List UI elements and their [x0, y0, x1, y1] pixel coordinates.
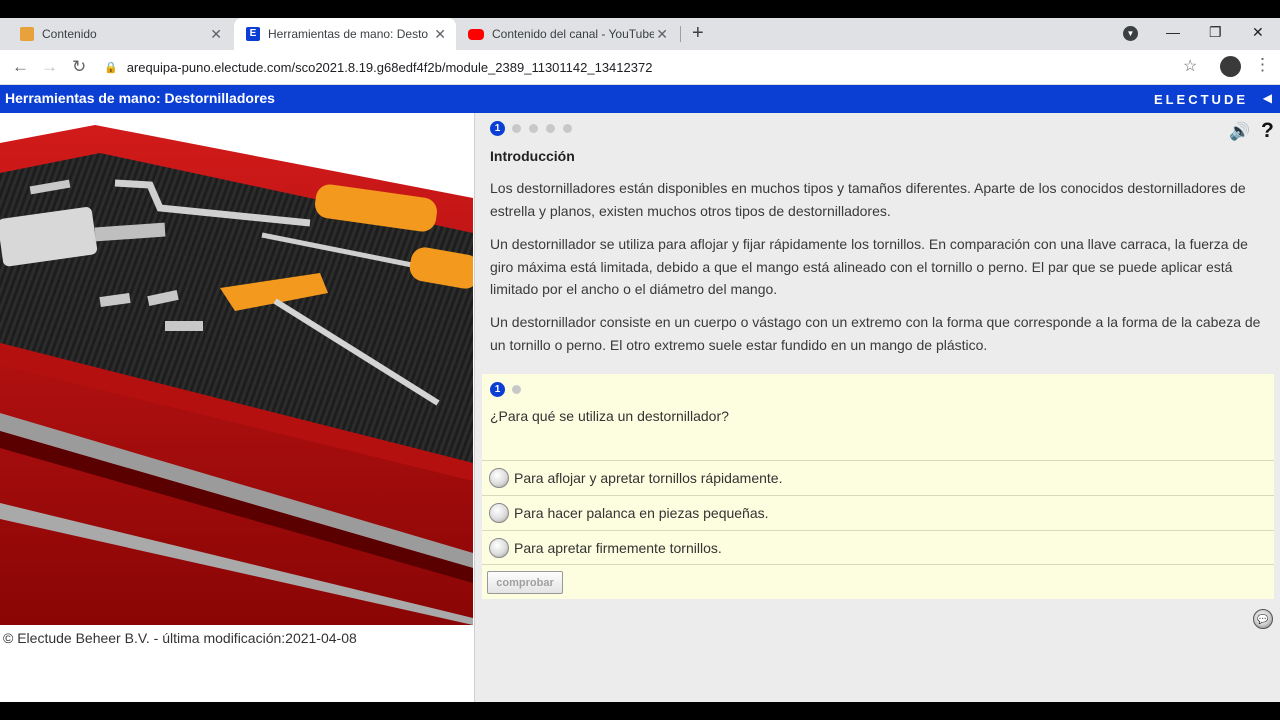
question-footer — [482, 564, 1274, 599]
answer-option[interactable]: Para aflojar y apretar tornillos rápidam… — [482, 460, 1274, 495]
copyright-text: © Electude Beheer B.V. - última modifica… — [3, 630, 357, 646]
question-dot[interactable] — [512, 385, 521, 394]
answer-option[interactable]: Para hacer palanca en piezas pequeñas. — [482, 495, 1274, 530]
question-indicator: 1 — [490, 382, 525, 397]
address-bar[interactable]: 🔒 arequipa-puno.electude.com/sco2021.8.1… — [104, 54, 1214, 81]
restore-icon[interactable]: ❐ — [1209, 24, 1222, 41]
help-icon[interactable]: ? — [1261, 119, 1274, 143]
paragraph: Los destornilladores están disponibles e… — [490, 180, 1246, 219]
page-dot[interactable] — [546, 124, 555, 133]
close-window-icon[interactable]: ✕ — [1252, 24, 1264, 41]
bookmark-star-icon[interactable]: ☆ — [1183, 56, 1197, 76]
browser-toolbar: ← → ↻ 🔒 arequipa-puno.electude.com/sco20… — [0, 50, 1280, 85]
page-dot-active[interactable]: 1 — [490, 121, 505, 136]
menu-dots-icon[interactable]: ⋮ — [1254, 55, 1271, 75]
youtube-icon — [468, 28, 484, 40]
answer-label: Para hacer palanca en piezas pequeñas. — [514, 505, 769, 521]
section-title: Introducción — [490, 148, 575, 164]
page-dot[interactable] — [512, 124, 521, 133]
back-icon[interactable]: ← — [12, 57, 29, 77]
lesson-page-indicator: 1 — [490, 121, 576, 136]
app-header: Herramientas de mano: Destornilladores E… — [0, 85, 1280, 113]
tab-title: Herramientas de mano: Destornil — [268, 27, 428, 41]
page-dot[interactable] — [529, 124, 538, 133]
page-dot[interactable] — [563, 124, 572, 133]
tab-youtube[interactable]: Contenido del canal - YouTube S ✕ — [456, 18, 678, 50]
tab-contenido[interactable]: Contenido ✕ — [8, 18, 232, 50]
new-tab-icon[interactable]: + — [692, 22, 704, 45]
close-icon[interactable]: ✕ — [434, 26, 446, 43]
lesson-pane: 1 🔊 ? Introducción Los destornilladores … — [474, 113, 1280, 702]
answer-label: Para apretar firmemente tornillos. — [514, 540, 722, 556]
radio-button[interactable] — [489, 468, 509, 488]
chat-icon[interactable]: 💬 — [1253, 609, 1273, 629]
collapse-arrow-icon[interactable]: ◀ — [1263, 91, 1272, 105]
url-text: arequipa-puno.electude.com/sco2021.8.19.… — [126, 60, 653, 75]
screen: Contenido ✕ E Herramientas de mano: Dest… — [0, 0, 1280, 720]
tab-title: Contenido del canal - YouTube S — [492, 27, 654, 41]
electude-favicon-icon: E — [246, 27, 260, 41]
minimize-icon[interactable]: — — [1166, 24, 1180, 40]
question-dot-active[interactable]: 1 — [490, 382, 505, 397]
paragraph: Un destornillador se utiliza para afloja… — [490, 236, 1248, 297]
answer-label: Para aflojar y apretar tornillos rápidam… — [514, 470, 783, 486]
module-title: Herramientas de mano: Destornilladores — [5, 90, 275, 106]
check-button[interactable]: comprobar — [487, 571, 563, 594]
speaker-icon[interactable]: 🔊 — [1229, 122, 1250, 142]
browser-tabstrip: Contenido ✕ E Herramientas de mano: Dest… — [0, 18, 1280, 50]
close-icon[interactable]: ✕ — [210, 26, 222, 43]
radio-button[interactable] — [489, 538, 509, 558]
notepad-icon — [20, 27, 34, 41]
screwdriver-toolbox-image — [0, 113, 473, 625]
tab-title: Contenido — [42, 27, 97, 41]
tab-separator — [680, 26, 681, 42]
electude-logo: ELECTUDE — [1153, 92, 1248, 107]
bottom-bar — [0, 702, 1280, 720]
reload-icon[interactable]: ↻ — [72, 57, 86, 77]
question-panel: 1 ¿Para qué se utiliza un destornillador… — [482, 374, 1274, 599]
left-pane: © Electude Beheer B.V. - última modifica… — [0, 113, 473, 702]
answer-option[interactable]: Para apretar firmemente tornillos. — [482, 530, 1274, 565]
question-text: ¿Para qué se utiliza un destornillador? — [490, 408, 729, 424]
avatar[interactable] — [1220, 56, 1241, 77]
tab-search-icon[interactable]: ▼ — [1123, 26, 1138, 41]
radio-button[interactable] — [489, 503, 509, 523]
tab-herramientas[interactable]: E Herramientas de mano: Destornil ✕ — [234, 18, 456, 50]
close-icon[interactable]: ✕ — [656, 26, 668, 43]
lock-icon: 🔒 — [104, 62, 118, 74]
paragraph: Un destornillador consiste en un cuerpo … — [490, 314, 1261, 353]
electude-page: Herramientas de mano: Destornilladores E… — [0, 85, 1280, 702]
forward-icon[interactable]: → — [41, 57, 58, 77]
